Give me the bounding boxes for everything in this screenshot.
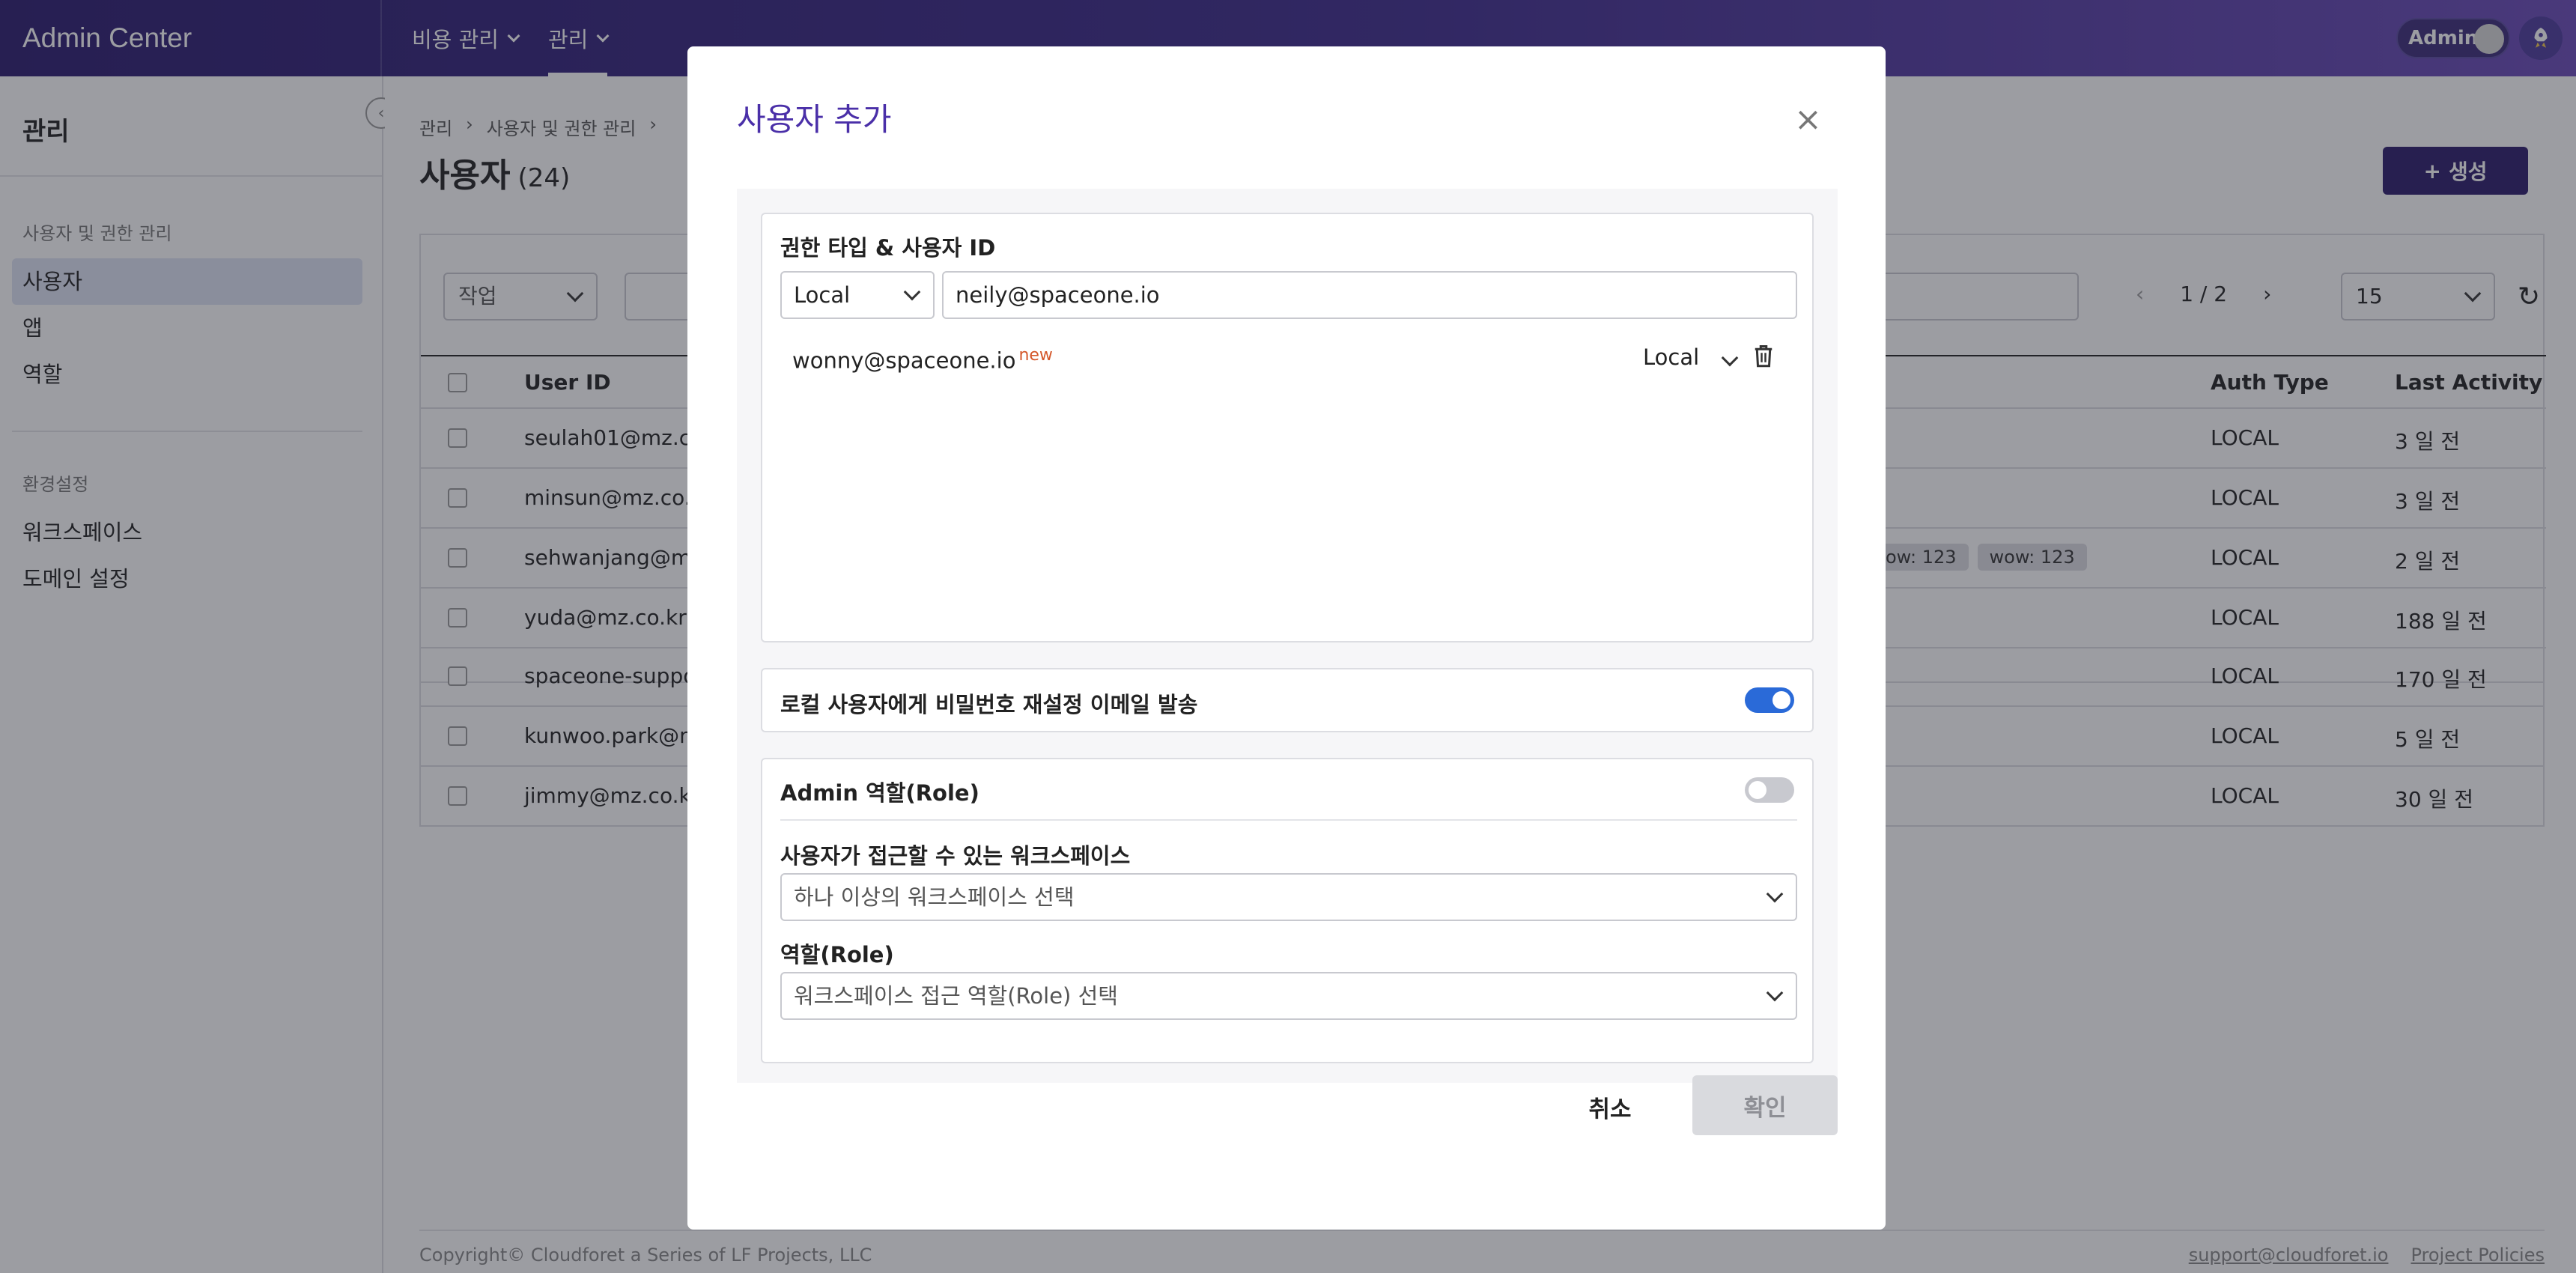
- new-badge: new: [1018, 346, 1053, 365]
- role-select[interactable]: 워크스페이스 접근 역할(Role) 선택: [780, 972, 1797, 1020]
- chevron-down-icon: [1766, 885, 1784, 903]
- confirm-button[interactable]: 확인: [1692, 1075, 1838, 1135]
- workspace-select[interactable]: 하나 이상의 워크스페이스 선택: [780, 873, 1797, 921]
- chevron-down-icon: [903, 283, 921, 301]
- added-user-item: wonny@spaceone.io new: [792, 346, 1053, 374]
- password-reset-toggle[interactable]: [1745, 687, 1794, 713]
- auth-type-value: Local: [794, 282, 851, 308]
- trash-icon[interactable]: [1752, 343, 1775, 371]
- admin-role-card: Admin 역할(Role) 사용자가 접근할 수 있는 워크스페이스 하나 이…: [761, 758, 1814, 1063]
- auth-user-id-card: 권한 타입 & 사용자 ID Local neily@spaceone.io w…: [761, 213, 1814, 642]
- auth-section-label: 권한 타입 & 사용자 ID: [780, 235, 996, 261]
- add-user-modal: 사용자 추가 × 권한 타입 & 사용자 ID Local neily@spac…: [687, 46, 1886, 1230]
- workspace-label: 사용자가 접근할 수 있는 워크스페이스: [780, 843, 1131, 869]
- workspace-placeholder: 하나 이상의 워크스페이스 선택: [794, 884, 1075, 910]
- added-user-id: wonny@spaceone.io: [792, 347, 1016, 374]
- toggle-knob: [1772, 691, 1790, 709]
- role-label: 역할(Role): [780, 942, 894, 967]
- password-reset-card: 로컬 사용자에게 비밀번호 재설정 이메일 발송: [761, 668, 1814, 732]
- divider: [780, 819, 1797, 821]
- role-placeholder: 워크스페이스 접근 역할(Role) 선택: [794, 983, 1118, 1009]
- admin-role-label: Admin 역할(Role): [780, 780, 979, 806]
- password-reset-label: 로컬 사용자에게 비밀번호 재설정 이메일 발송: [780, 692, 1198, 717]
- chevron-down-icon: [1721, 349, 1739, 367]
- added-user-auth-value: Local: [1643, 344, 1700, 370]
- modal-body: 권한 타입 & 사용자 ID Local neily@spaceone.io w…: [737, 189, 1838, 1083]
- user-id-input-value: neily@spaceone.io: [956, 282, 1160, 308]
- added-user-auth-select[interactable]: Local: [1643, 344, 1739, 370]
- toggle-knob: [1749, 781, 1767, 799]
- chevron-down-icon: [1766, 984, 1784, 1002]
- admin-role-toggle[interactable]: [1745, 777, 1794, 803]
- user-id-input[interactable]: neily@spaceone.io: [942, 271, 1797, 319]
- auth-type-select[interactable]: Local: [780, 271, 935, 319]
- cancel-button[interactable]: 취소: [1556, 1078, 1664, 1135]
- modal-title: 사용자 추가: [737, 101, 892, 138]
- close-icon[interactable]: ×: [1794, 103, 1822, 136]
